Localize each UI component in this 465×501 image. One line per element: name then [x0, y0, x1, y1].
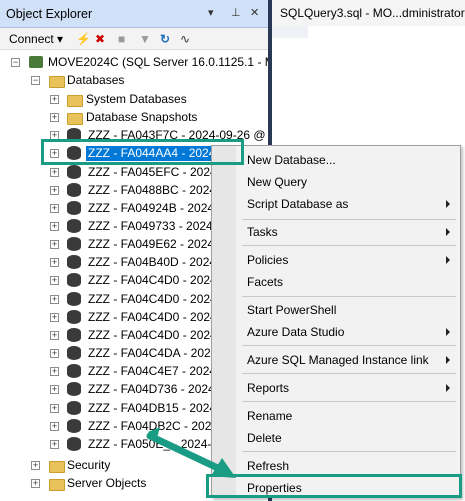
annotation-arrow-icon	[146, 427, 236, 478]
